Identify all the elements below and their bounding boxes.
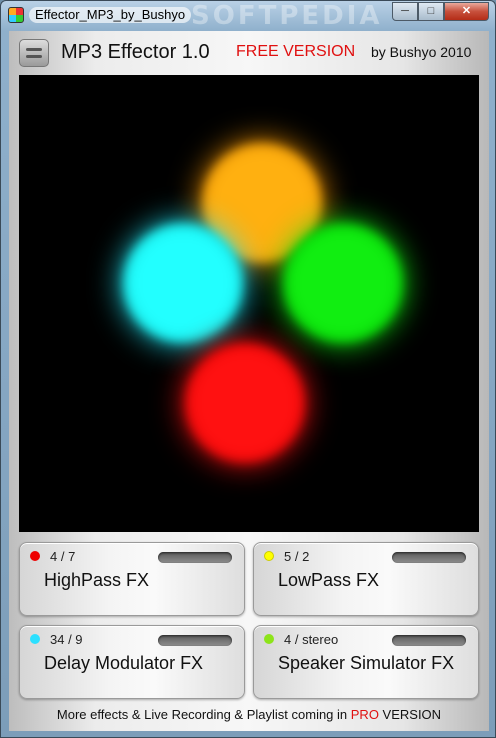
app-header: MP3 Effector 1.0 FREE VERSION by Bushyo …	[9, 31, 489, 75]
status-dot	[264, 551, 274, 561]
fx-slider[interactable]	[158, 552, 232, 563]
green-light	[283, 223, 403, 343]
maximize-icon: □	[427, 5, 435, 17]
minimize-button[interactable]: ─	[392, 2, 418, 21]
status-dot	[264, 634, 274, 644]
fx-value: 34 / 9	[50, 632, 83, 647]
footer-pro-label: PRO	[350, 707, 379, 722]
close-icon: ✕	[461, 5, 472, 17]
title-bar[interactable]: Effector_MP3_by_Bushyo SOFTPEDIA ─ □ ✕	[1, 1, 495, 31]
delay-modulator-fx-button[interactable]: 34 / 9 Delay Modulator FX	[19, 625, 245, 699]
speaker-simulator-fx-button[interactable]: 4 / stereo Speaker Simulator FX	[253, 625, 479, 699]
softpedia-watermark: SOFTPEDIA	[191, 1, 383, 31]
fx-slider[interactable]	[392, 635, 466, 646]
app-window: Effector_MP3_by_Bushyo SOFTPEDIA ─ □ ✕ M…	[0, 0, 496, 738]
fx-slider[interactable]	[158, 635, 232, 646]
status-dot	[30, 551, 40, 561]
fx-slider[interactable]	[392, 552, 466, 563]
red-light	[185, 343, 305, 463]
menu-logo-icon[interactable]	[19, 39, 49, 67]
maximize-button[interactable]: □	[418, 2, 444, 21]
visualizer-panel	[19, 75, 479, 532]
status-dot	[30, 634, 40, 644]
cyan-light	[123, 223, 243, 343]
highpass-fx-button[interactable]: 4 / 7 HighPass FX	[19, 542, 245, 616]
fx-value: 5 / 2	[284, 549, 310, 564]
fx-label: HighPass FX	[44, 570, 150, 590]
fx-label: Delay Modulator FX	[44, 653, 204, 673]
minimize-icon: ─	[401, 5, 409, 17]
footer-text-after: VERSION	[378, 707, 442, 722]
app-client-area: MP3 Effector 1.0 FREE VERSION by Bushyo …	[9, 31, 489, 731]
close-button[interactable]: ✕	[444, 2, 489, 21]
fx-value: 4 / 7	[50, 549, 76, 564]
author-label: by Bushyo 2010	[371, 44, 472, 60]
fx-label: Speaker Simulator FX	[278, 653, 455, 673]
app-icon[interactable]	[8, 7, 24, 23]
fx-value: 4 / stereo	[284, 632, 339, 647]
lowpass-fx-button[interactable]: 5 / 2 LowPass FX	[253, 542, 479, 616]
fx-label: LowPass FX	[278, 570, 380, 590]
app-name: MP3 Effector 1.0	[61, 41, 210, 63]
free-version-label: FREE VERSION	[236, 43, 356, 60]
footer-text-before: More effects & Live Recording & Playlist…	[56, 707, 351, 722]
window-title: Effector_MP3_by_Bushyo	[29, 7, 192, 23]
footer-note: More effects & Live Recording & Playlist…	[9, 707, 489, 722]
